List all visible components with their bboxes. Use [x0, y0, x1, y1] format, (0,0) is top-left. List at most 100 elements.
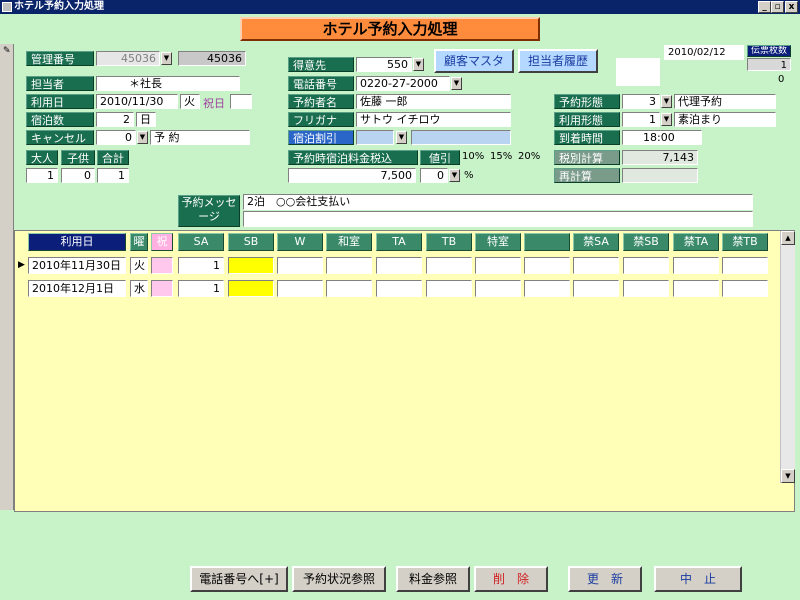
- staff-history-button[interactable]: 担当者履歴: [518, 49, 598, 73]
- chevron-down-icon[interactable]: ▼: [451, 77, 462, 90]
- grid-cell-blank[interactable]: [524, 257, 570, 274]
- pct-option-15[interactable]: 15%: [490, 151, 512, 162]
- grid-cell-w[interactable]: [277, 257, 323, 274]
- grid-cell-nosmoke-sa[interactable]: [573, 257, 619, 274]
- current-row-arrow-icon: ▶: [18, 260, 25, 270]
- chevron-down-icon[interactable]: ▼: [137, 131, 148, 144]
- phone-jump-button[interactable]: 電話番号へ[+]: [190, 566, 288, 592]
- reduce-unit: %: [464, 170, 474, 181]
- cancel-status-field: 予 約: [150, 130, 250, 145]
- grid-cell-date[interactable]: 2010年12月1日: [28, 280, 126, 297]
- minimize-button[interactable]: _: [758, 1, 771, 13]
- customer-master-button[interactable]: 顧客マスタ: [434, 49, 514, 73]
- app-icon: [2, 2, 12, 12]
- staff-label: 担当者: [26, 76, 94, 91]
- name-field[interactable]: 佐藤 一郎: [356, 94, 511, 109]
- staff-field[interactable]: ＊社長: [96, 76, 240, 91]
- grid-cell-ta[interactable]: [376, 257, 422, 274]
- grid-cell-special[interactable]: [475, 280, 521, 297]
- grid-header-ta: TA: [376, 233, 422, 251]
- cancel-field[interactable]: 0: [96, 130, 136, 145]
- grid-cell-sb[interactable]: [228, 257, 274, 274]
- usage-code-field[interactable]: 1: [622, 112, 660, 127]
- grid-cell-nosmoke-ta[interactable]: [673, 280, 719, 297]
- grid-cell-ta[interactable]: [376, 280, 422, 297]
- chevron-down-icon[interactable]: ▼: [413, 58, 424, 71]
- total-field: 1: [97, 168, 129, 183]
- recalc-label: 再計算: [554, 168, 620, 183]
- kana-label: フリガナ: [288, 112, 354, 127]
- use-date-field[interactable]: 2010/11/30: [96, 94, 178, 109]
- arrival-label: 到着時間: [554, 130, 620, 145]
- blank-field-2[interactable]: [616, 71, 660, 86]
- pct-option-10[interactable]: 10%: [462, 151, 484, 162]
- slip-count-label: 伝票枚数: [747, 45, 791, 57]
- grid-cell-tb[interactable]: [426, 280, 472, 297]
- message-line-1[interactable]: 2泊 ○○会社支払い: [243, 194, 753, 210]
- arrival-field[interactable]: 18:00: [622, 130, 702, 145]
- type-code-field[interactable]: 3: [622, 94, 660, 109]
- rate-view-button[interactable]: 料金参照: [396, 566, 470, 592]
- grid-cell-blank[interactable]: [524, 280, 570, 297]
- window-title: ホテル予約入力処理: [14, 1, 104, 12]
- holiday-field[interactable]: [230, 94, 252, 109]
- child-field[interactable]: 0: [61, 168, 95, 183]
- grid-header-sa: SA: [178, 233, 224, 251]
- type-value-field: 代理予約: [674, 94, 776, 109]
- pct-option-20[interactable]: 20%: [518, 151, 540, 162]
- grid-cell-nosmoke-sa[interactable]: [573, 280, 619, 297]
- chevron-down-icon[interactable]: ▼: [449, 169, 460, 182]
- grid-cell-washitsu[interactable]: [326, 280, 372, 297]
- grid-header-nosmoke-ta: 禁TA: [673, 233, 719, 251]
- scroll-down-icon[interactable]: ▼: [781, 469, 795, 483]
- kana-field[interactable]: サトウ イチロウ: [356, 112, 511, 127]
- edit-pencil-icon: ✎: [3, 46, 11, 56]
- restore-button[interactable]: ▫: [771, 1, 784, 13]
- rate-field[interactable]: 7,500: [288, 168, 416, 183]
- grid-cell-washitsu[interactable]: [326, 257, 372, 274]
- grid-cell-w[interactable]: [277, 280, 323, 297]
- name-label: 予約者名: [288, 94, 354, 109]
- chevron-down-icon[interactable]: ▼: [661, 95, 672, 108]
- grid-cell-weekday[interactable]: 火: [130, 257, 148, 274]
- grid-cell-sa[interactable]: 1: [178, 280, 224, 297]
- close-button[interactable]: x: [785, 1, 798, 13]
- grid-cell-nosmoke-sb[interactable]: [623, 257, 669, 274]
- reservation-no-label: 管理番号: [26, 51, 94, 66]
- vertical-scrollbar[interactable]: ▲ ▼: [780, 231, 795, 483]
- grid-cell-date[interactable]: 2010年11月30日: [28, 257, 126, 274]
- phone-field[interactable]: 0220-27-2000: [356, 76, 450, 91]
- message-line-2[interactable]: [243, 211, 753, 227]
- reservation-no-field[interactable]: 45036: [96, 51, 160, 66]
- customer-label: 得意先: [288, 57, 354, 72]
- status-view-button[interactable]: 予約状況参照: [292, 566, 386, 592]
- grid-cell-nosmoke-ta[interactable]: [673, 257, 719, 274]
- adult-field[interactable]: 1: [26, 168, 58, 183]
- reduce-field[interactable]: 0: [420, 168, 448, 183]
- nights-field[interactable]: 2: [96, 112, 134, 127]
- chevron-down-icon[interactable]: ▼: [161, 52, 172, 65]
- grid-header-nosmoke-sb: 禁SB: [623, 233, 669, 251]
- grid-cell-sa[interactable]: 1: [178, 257, 224, 274]
- grid-cell-special[interactable]: [475, 257, 521, 274]
- grid-cell-holiday[interactable]: [151, 280, 173, 297]
- chevron-down-icon[interactable]: ▼: [396, 131, 407, 144]
- grid-cell-weekday[interactable]: 水: [130, 280, 148, 297]
- delete-button[interactable]: 削 除: [474, 566, 548, 592]
- grid-cell-holiday[interactable]: [151, 257, 173, 274]
- grid-cell-nosmoke-sb[interactable]: [623, 280, 669, 297]
- cancel-close-button[interactable]: 中 止: [654, 566, 742, 592]
- chevron-down-icon[interactable]: ▼: [661, 113, 672, 126]
- reservation-no-display: 45036: [178, 51, 246, 66]
- slip-count-small: 0: [778, 74, 785, 85]
- grid-header-tb: TB: [426, 233, 472, 251]
- record-selector[interactable]: ✎: [0, 44, 14, 510]
- grid-cell-sb[interactable]: [228, 280, 274, 297]
- customer-field[interactable]: 550: [356, 57, 412, 72]
- update-button[interactable]: 更 新: [568, 566, 642, 592]
- grid-cell-nosmoke-tb[interactable]: [722, 257, 768, 274]
- grid-cell-nosmoke-tb[interactable]: [722, 280, 768, 297]
- discount-field[interactable]: [356, 130, 394, 145]
- grid-cell-tb[interactable]: [426, 257, 472, 274]
- scroll-up-icon[interactable]: ▲: [781, 231, 795, 245]
